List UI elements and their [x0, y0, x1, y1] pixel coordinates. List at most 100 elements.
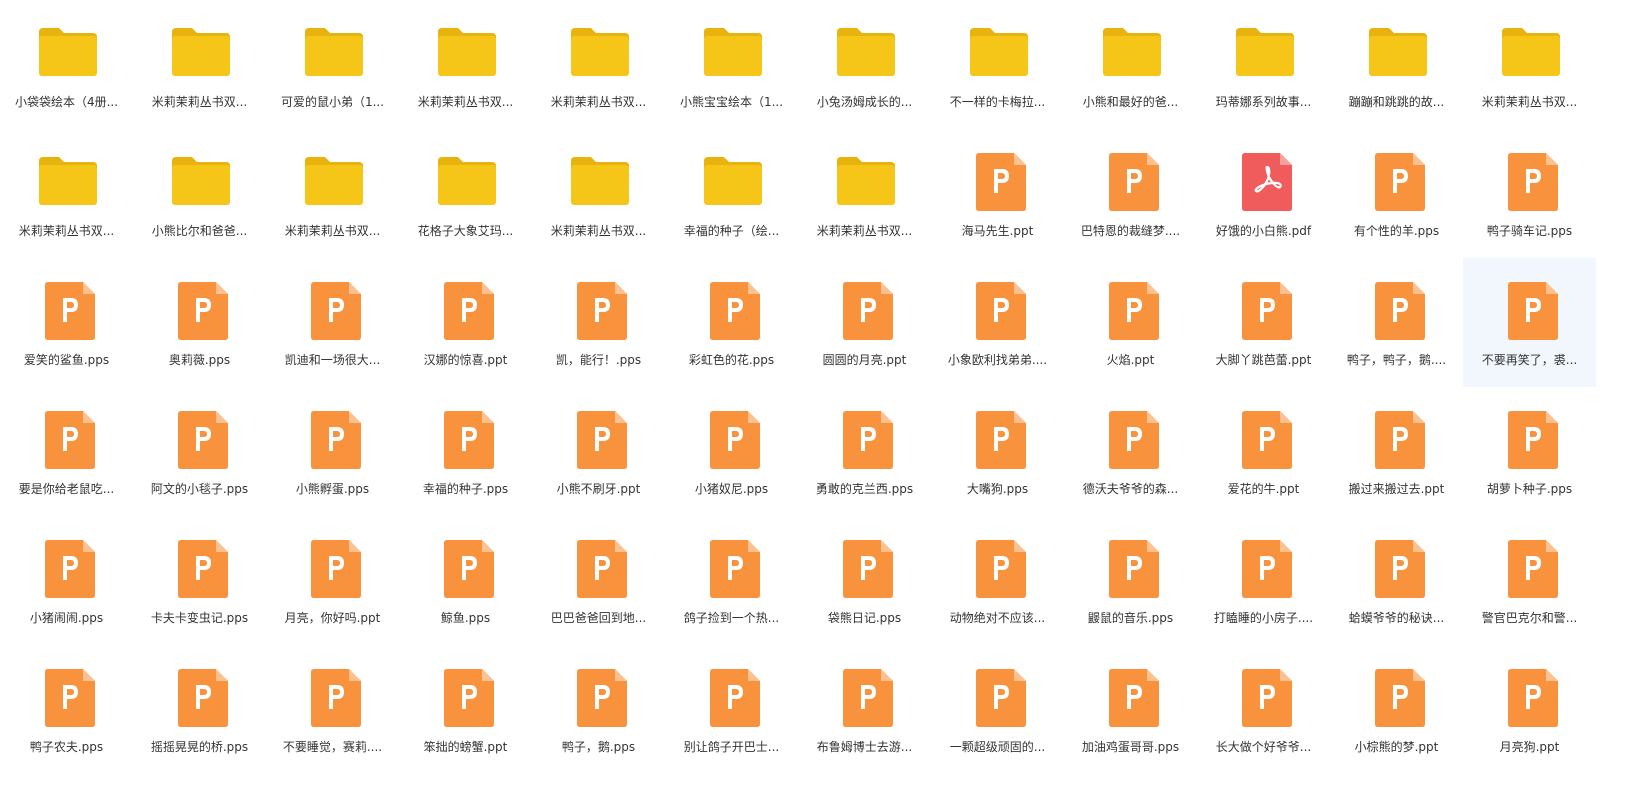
folder-icon [1101, 22, 1161, 80]
file-item[interactable]: 小熊不刷牙.ppt [532, 387, 665, 516]
file-item[interactable]: 不要睡觉，赛莉.... [266, 645, 399, 774]
file-item[interactable]: 德沃夫爷爷的森... [1064, 387, 1197, 516]
ppt-icon [37, 280, 97, 340]
file-item[interactable]: 卡夫卡变虫记.pps [133, 516, 266, 645]
file-item[interactable]: 米莉茉莉丛书双... [266, 129, 399, 258]
file-item[interactable]: 火焰.ppt [1064, 258, 1197, 387]
file-item[interactable]: 小猪闹闹.pps [0, 516, 133, 645]
file-item[interactable]: 爱花的牛.ppt [1197, 387, 1330, 516]
file-item[interactable]: 凯迪和一场很大... [266, 258, 399, 387]
file-item[interactable]: 爱笑的鲨鱼.pps [0, 258, 133, 387]
file-item[interactable]: 阿文的小毯子.pps [133, 387, 266, 516]
file-item[interactable]: 可爱的鼠小弟（1... [266, 0, 399, 129]
file-item[interactable]: 幸福的种子（绘... [665, 129, 798, 258]
file-item[interactable]: 摇摇晃晃的桥.pps [133, 645, 266, 774]
file-name: 布鲁姆博士去游... [816, 740, 913, 754]
file-item[interactable]: 一颗超级顽固的... [931, 645, 1064, 774]
file-item[interactable]: 小棕熊的梦.ppt [1330, 645, 1463, 774]
file-item[interactable]: 月亮，你好吗.ppt [266, 516, 399, 645]
file-item[interactable]: 汉娜的惊喜.ppt [399, 258, 532, 387]
file-item[interactable]: 不一样的卡梅拉... [931, 0, 1064, 129]
file-item[interactable]: 鸽子捡到一个热... [665, 516, 798, 645]
folder-icon [702, 22, 762, 80]
file-item[interactable]: 打瞌睡的小房子.... [1197, 516, 1330, 645]
file-item[interactable]: 大嘴狗.pps [931, 387, 1064, 516]
ppt-icon [1101, 409, 1161, 469]
file-item[interactable]: 花格子大象艾玛... [399, 129, 532, 258]
file-item[interactable]: 小象欧利找弟弟.... [931, 258, 1064, 387]
file-name: 凯，能行！.pps [555, 353, 642, 367]
file-item[interactable]: 别让鸽子开巴士... [665, 645, 798, 774]
ppt-icon [1234, 280, 1294, 340]
file-name: 警官巴克尔和警... [1481, 611, 1578, 625]
file-item[interactable]: 加油鸡蛋哥哥.pps [1064, 645, 1197, 774]
ppt-icon [1367, 151, 1427, 211]
file-item[interactable]: 巴特恩的裁缝梦.... [1064, 129, 1197, 258]
file-item[interactable]: 搬过来搬过去.ppt [1330, 387, 1463, 516]
file-item[interactable]: 大脚丫跳芭蕾.ppt [1197, 258, 1330, 387]
file-item[interactable]: 圆圆的月亮.ppt [798, 258, 931, 387]
file-item[interactable]: 鲸鱼.pps [399, 516, 532, 645]
file-item[interactable]: 凯，能行！.pps [532, 258, 665, 387]
file-item[interactable]: 要是你给老鼠吃... [0, 387, 133, 516]
file-item[interactable]: 鸭子，鸭子，鹅.... [1330, 258, 1463, 387]
file-item[interactable]: 米莉茉莉丛书双... [399, 0, 532, 129]
file-name: 巴巴爸爸回到地... [550, 611, 647, 625]
file-item[interactable]: 袋熊日记.pps [798, 516, 931, 645]
file-item[interactable]: 米莉茉莉丛书双... [0, 129, 133, 258]
folder-icon [303, 151, 363, 209]
file-item[interactable]: 米莉茉莉丛书双... [798, 129, 931, 258]
file-item[interactable]: 鸭子骑车记.pps [1463, 129, 1596, 258]
file-name: 大嘴狗.pps [966, 482, 1029, 496]
file-item[interactable]: 海马先生.ppt [931, 129, 1064, 258]
file-item[interactable]: 小熊宝宝绘本（1... [665, 0, 798, 129]
ppt-icon [37, 538, 97, 598]
file-item[interactable]: 动物绝对不应该... [931, 516, 1064, 645]
file-item[interactable]: 小猪奴尼.pps [665, 387, 798, 516]
ppt-icon [569, 538, 629, 598]
file-item[interactable]: 米莉茉莉丛书双... [532, 0, 665, 129]
file-item[interactable]: 长大做个好爷爷... [1197, 645, 1330, 774]
file-name: 爱花的牛.ppt [1227, 482, 1300, 496]
file-item[interactable]: 小熊和最好的爸... [1064, 0, 1197, 129]
file-item[interactable]: 小袋袋绘本（4册... [0, 0, 133, 129]
file-item[interactable]: 小熊比尔和爸爸... [133, 129, 266, 258]
folder-icon [1367, 22, 1427, 80]
file-item[interactable]: 蹦蹦和跳跳的故... [1330, 0, 1463, 129]
file-item[interactable]: 警官巴克尔和警... [1463, 516, 1596, 645]
file-item[interactable]: 巴巴爸爸回到地... [532, 516, 665, 645]
file-item[interactable]: 蛤蟆爷爷的秘诀... [1330, 516, 1463, 645]
file-item[interactable]: 米莉茉莉丛书双... [532, 129, 665, 258]
file-item[interactable]: 鸭子，鹅.pps [532, 645, 665, 774]
file-item[interactable]: 笨拙的螃蟹.ppt [399, 645, 532, 774]
folder-icon [835, 22, 895, 80]
file-name: 可爱的鼠小弟（1... [280, 95, 385, 109]
file-name: 小兔汤姆成长的... [816, 95, 913, 109]
file-item[interactable]: 彩虹色的花.pps [665, 258, 798, 387]
file-item[interactable]: 有个性的羊.pps [1330, 129, 1463, 258]
ppt-icon [1101, 280, 1161, 340]
file-name: 小棕熊的梦.ppt [1354, 740, 1439, 754]
file-item[interactable]: 布鲁姆博士去游... [798, 645, 931, 774]
file-name: 小象欧利找弟弟.... [947, 353, 1048, 367]
file-item[interactable]: 胡萝卜种子.pps [1463, 387, 1596, 516]
file-item[interactable]: 好饿的小白熊.pdf [1197, 129, 1330, 258]
file-item[interactable]: 鼹鼠的音乐.pps [1064, 516, 1197, 645]
ppt-icon [835, 667, 895, 727]
file-item[interactable]: 小兔汤姆成长的... [798, 0, 931, 129]
file-name: 米莉茉莉丛书双... [151, 95, 248, 109]
ppt-icon [702, 667, 762, 727]
file-item[interactable]: 不要再笑了，裘... [1463, 258, 1596, 387]
file-name: 鸭子农夫.pps [29, 740, 104, 754]
file-item[interactable]: 月亮狗.ppt [1463, 645, 1596, 774]
file-item[interactable]: 勇敢的克兰西.pps [798, 387, 931, 516]
file-name: 海马先生.ppt [961, 224, 1034, 238]
file-grid: 小袋袋绘本（4册... 米莉茉莉丛书双... 可爱的鼠小弟（1... 米莉茉莉丛书双.… [0, 0, 1627, 802]
file-item[interactable]: 米莉茉莉丛书双... [1463, 0, 1596, 129]
file-item[interactable]: 幸福的种子.pps [399, 387, 532, 516]
file-item[interactable]: 鸭子农夫.pps [0, 645, 133, 774]
file-item[interactable]: 小熊孵蛋.pps [266, 387, 399, 516]
file-item[interactable]: 玛蒂娜系列故事... [1197, 0, 1330, 129]
file-item[interactable]: 奥莉薇.pps [133, 258, 266, 387]
file-item[interactable]: 米莉茉莉丛书双... [133, 0, 266, 129]
